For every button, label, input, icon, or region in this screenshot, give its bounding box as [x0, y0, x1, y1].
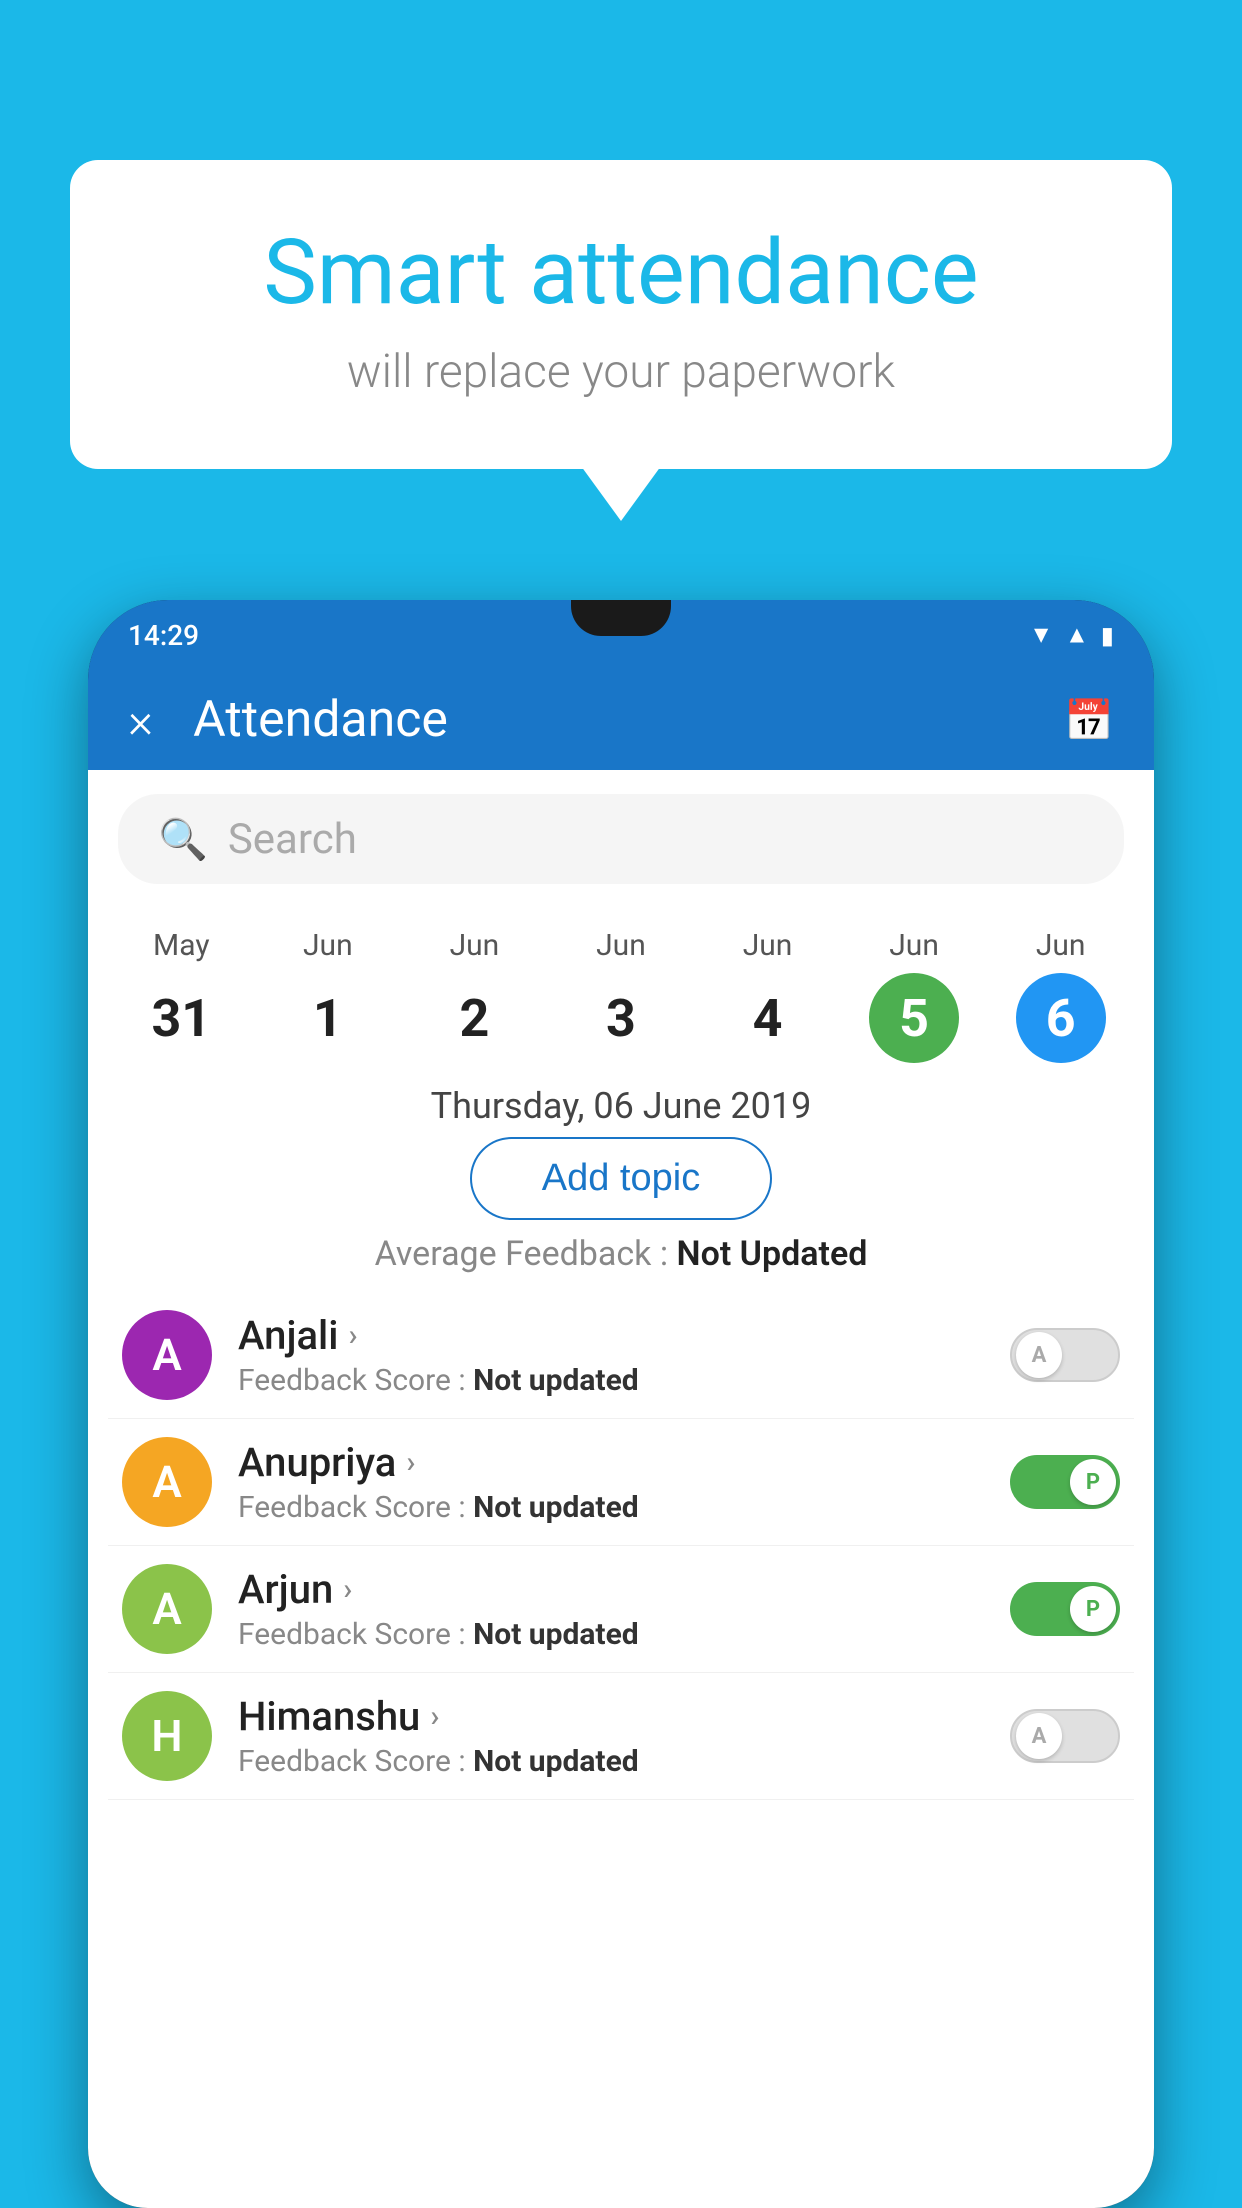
chevron-right-icon: ›: [348, 1318, 357, 1353]
date-month: Jun: [450, 928, 500, 963]
student-list: AAnjali ›Feedback Score : Not updatedAAA…: [88, 1292, 1154, 1800]
student-info: Arjun › Feedback Score : Not updated: [238, 1566, 1010, 1652]
chevron-right-icon: ›: [406, 1445, 415, 1480]
attendance-toggle[interactable]: P: [1010, 1582, 1120, 1636]
avatar: A: [122, 1437, 212, 1527]
avatar: A: [122, 1564, 212, 1654]
student-item: H Himanshu › Feedback Score : Not updatedA: [108, 1673, 1134, 1800]
date-day[interactable]: 31: [136, 973, 226, 1063]
date-month: Jun: [889, 928, 939, 963]
toggle-knob: A: [1016, 1713, 1062, 1759]
student-item: AAnjali ›Feedback Score : Not updatedA: [108, 1292, 1134, 1419]
student-name[interactable]: Anjali ›: [238, 1312, 1010, 1359]
student-item: A Arjun › Feedback Score : Not updated P: [108, 1546, 1134, 1673]
date-day[interactable]: 1: [283, 973, 373, 1063]
speech-bubble: Smart attendance will replace your paper…: [70, 160, 1172, 469]
toggle-knob: A: [1016, 1332, 1062, 1378]
date-month: May: [153, 928, 209, 963]
date-month: Jun: [743, 928, 793, 963]
bubble-subtitle: will replace your paperwork: [140, 345, 1102, 399]
date-item[interactable]: May 31: [136, 928, 226, 1063]
date-item[interactable]: Jun 5: [869, 928, 959, 1063]
feedback-score: Feedback Score : Not updated: [238, 1744, 1010, 1779]
avatar: H: [122, 1691, 212, 1781]
date-month: Jun: [596, 928, 646, 963]
phone-inner: 14:29 ▼ ▲ ▮ × Attendance 📅 🔍 Search May 3…: [88, 600, 1154, 2208]
date-day[interactable]: 5: [869, 973, 959, 1063]
avg-feedback-value: Not Updated: [677, 1234, 868, 1274]
avg-feedback-label: Average Feedback :: [375, 1234, 677, 1274]
notch: [571, 600, 671, 636]
attendance-toggle[interactable]: P: [1010, 1455, 1120, 1509]
date-day[interactable]: 6: [1016, 973, 1106, 1063]
search-icon: 🔍: [158, 816, 208, 863]
feedback-score: Feedback Score : Not updated: [238, 1363, 1010, 1398]
search-placeholder: Search: [228, 815, 357, 864]
search-bar[interactable]: 🔍 Search: [118, 794, 1124, 884]
add-topic-button[interactable]: Add topic: [470, 1137, 772, 1220]
avg-feedback: Average Feedback : Not Updated: [88, 1234, 1154, 1274]
date-day[interactable]: 3: [576, 973, 666, 1063]
student-name[interactable]: Arjun ›: [238, 1566, 1010, 1613]
app-header: × Attendance 📅: [88, 670, 1154, 770]
date-item[interactable]: Jun 6: [1016, 928, 1106, 1063]
student-name[interactable]: Himanshu ›: [238, 1693, 1010, 1740]
date-scroller: May 31 Jun 1 Jun 2 Jun 3 Jun 4 Jun 5 Jun 6: [88, 908, 1154, 1073]
date-month: Jun: [1036, 928, 1086, 963]
date-item[interactable]: Jun 2: [429, 928, 519, 1063]
date-item[interactable]: Jun 3: [576, 928, 666, 1063]
date-day[interactable]: 2: [429, 973, 519, 1063]
header-title: Attendance: [193, 691, 1064, 749]
battery-icon: ▮: [1101, 621, 1114, 649]
student-info: Anupriya › Feedback Score : Not updated: [238, 1439, 1010, 1525]
phone-frame: 14:29 ▼ ▲ ▮ × Attendance 📅 🔍 Search May 3…: [88, 600, 1154, 2208]
status-icons: ▼ ▲ ▮: [1029, 621, 1114, 650]
wifi-icon: ▼: [1029, 621, 1053, 650]
student-name[interactable]: Anupriya ›: [238, 1439, 1010, 1486]
student-item: A Anupriya › Feedback Score : Not updated P: [108, 1419, 1134, 1546]
screen-content: 🔍 Search May 31 Jun 1 Jun 2 Jun 3 Jun 4 Jun 5 Jun 6 T…: [88, 770, 1154, 2208]
date-item[interactable]: Jun 1: [283, 928, 373, 1063]
status-bar: 14:29 ▼ ▲ ▮: [88, 600, 1154, 670]
toggle-knob: P: [1070, 1459, 1116, 1505]
selected-date-label: Thursday, 06 June 2019: [88, 1085, 1154, 1127]
speech-bubble-container: Smart attendance will replace your paper…: [70, 160, 1172, 469]
chevron-right-icon: ›: [430, 1699, 439, 1734]
date-month: Jun: [303, 928, 353, 963]
date-day[interactable]: 4: [723, 973, 813, 1063]
feedback-score: Feedback Score : Not updated: [238, 1617, 1010, 1652]
student-info: Himanshu › Feedback Score : Not updated: [238, 1693, 1010, 1779]
attendance-toggle[interactable]: A: [1010, 1328, 1120, 1382]
attendance-toggle[interactable]: A: [1010, 1709, 1120, 1763]
signal-icon: ▲: [1065, 621, 1089, 650]
bubble-title: Smart attendance: [140, 220, 1102, 325]
avatar: A: [122, 1310, 212, 1400]
student-info: Anjali › Feedback Score : Not updated: [238, 1312, 1010, 1398]
toggle-knob: P: [1070, 1586, 1116, 1632]
status-time: 14:29: [128, 619, 199, 652]
feedback-score: Feedback Score : Not updated: [238, 1490, 1010, 1525]
close-button[interactable]: ×: [128, 692, 153, 749]
chevron-right-icon: ›: [343, 1572, 352, 1607]
date-item[interactable]: Jun 4: [723, 928, 813, 1063]
calendar-icon[interactable]: 📅: [1064, 697, 1114, 744]
